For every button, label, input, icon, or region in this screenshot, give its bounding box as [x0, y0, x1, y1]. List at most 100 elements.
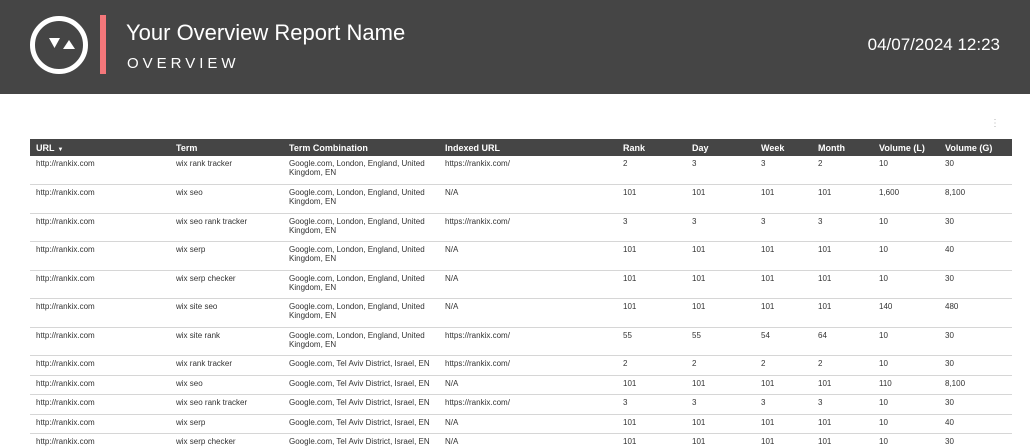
table-cell: 55 — [686, 327, 755, 356]
table-cell: http://rankix.com — [30, 327, 170, 356]
table-cell: Google.com, Tel Aviv District, Israel, E… — [283, 394, 439, 415]
table-cell: 10 — [873, 213, 939, 242]
table-cell: 2 — [617, 156, 686, 185]
table-cell: 30 — [939, 433, 1012, 448]
table-row[interactable]: http://rankix.com wix seo Google.com, Lond… — [30, 184, 1012, 214]
table-cell: 110 — [873, 375, 939, 395]
table-cell: 55 — [617, 327, 686, 356]
table-cell: 101 — [812, 375, 873, 395]
table-row[interactable]: http://rankix.com wix site seo Google.com,… — [30, 298, 1012, 328]
column-header-label: URL — [36, 142, 55, 153]
column-header[interactable]: Term Combination — [283, 139, 439, 156]
table-cell: http://rankix.com — [30, 375, 170, 395]
column-header-label: Term Combination — [289, 142, 368, 153]
table-cell: 101 — [755, 298, 812, 328]
table-cell: http://rankix.com — [30, 213, 170, 242]
table-cell: 101 — [617, 298, 686, 328]
table-cell: 40 — [939, 414, 1012, 434]
table-cell: https://rankix.com/ — [439, 213, 617, 242]
table-cell: 101 — [617, 375, 686, 395]
table-cell: 101 — [812, 433, 873, 448]
column-header[interactable]: URL ▼ — [30, 139, 170, 156]
table-cell: 40 — [939, 241, 1012, 271]
table-cell: 101 — [617, 414, 686, 434]
table-cell: wix serp checker — [170, 270, 283, 299]
table-cell: wix site rank — [170, 327, 283, 356]
table-cell: 10 — [873, 394, 939, 415]
table-cell: wix seo rank tracker — [170, 213, 283, 242]
column-header[interactable]: Volume (G) — [939, 139, 1012, 156]
table-cell: 101 — [812, 184, 873, 214]
table-body: http://rankix.com wix rank tracker Google.… — [30, 156, 1012, 448]
table-cell: 30 — [939, 270, 1012, 299]
column-header[interactable]: Week — [755, 139, 812, 156]
kebab-menu-icon[interactable]: ⋮ — [990, 119, 1000, 136]
table-cell: 30 — [939, 355, 1012, 376]
column-header[interactable]: Indexed URL — [439, 139, 617, 156]
table-cell: https://rankix.com/ — [439, 355, 617, 376]
table-cell: 101 — [617, 184, 686, 214]
table-cell: 140 — [873, 298, 939, 328]
column-header[interactable]: Term — [170, 139, 283, 156]
column-header-label: Month — [818, 142, 845, 153]
table-cell: 10 — [873, 414, 939, 434]
table-cell: http://rankix.com — [30, 270, 170, 299]
table-cell: 30 — [939, 394, 1012, 415]
table-row[interactable]: http://rankix.com wix site rank Google.com… — [30, 327, 1012, 356]
table-cell: 101 — [755, 433, 812, 448]
table-cell: wix seo — [170, 375, 283, 395]
table-cell: 3 — [755, 213, 812, 242]
table-row[interactable]: http://rankix.com wix serp Google.com, Tel… — [30, 414, 1012, 434]
table-cell: 101 — [617, 433, 686, 448]
table-row[interactable]: http://rankix.com wix seo Google.com, Tel … — [30, 375, 1012, 395]
table-cell: http://rankix.com — [30, 355, 170, 376]
table-cell: https://rankix.com/ — [439, 327, 617, 356]
column-header-label: Day — [692, 142, 709, 153]
column-header[interactable]: Month — [812, 139, 873, 156]
table-row[interactable]: http://rankix.com wix seo rank tracker Goo… — [30, 213, 1012, 242]
table-cell: wix rank tracker — [170, 156, 283, 185]
table-cell: 101 — [686, 433, 755, 448]
table-cell: 101 — [812, 298, 873, 328]
table-cell: 3 — [812, 213, 873, 242]
table-row[interactable]: http://rankix.com wix rank tracker Google.… — [30, 156, 1012, 185]
table-row[interactable]: http://rankix.com wix seo rank tracker Goo… — [30, 394, 1012, 415]
table-cell: Google.com, Tel Aviv District, Israel, E… — [283, 375, 439, 395]
table-row[interactable]: http://rankix.com wix serp checker Google.… — [30, 270, 1012, 299]
table-cell: 3 — [812, 394, 873, 415]
table-cell: 10 — [873, 270, 939, 299]
table-cell: 3 — [686, 394, 755, 415]
table-cell: http://rankix.com — [30, 156, 170, 185]
table-cell: 101 — [755, 270, 812, 299]
column-header[interactable]: Rank — [617, 139, 686, 156]
table-cell: 3 — [617, 213, 686, 242]
table-row[interactable]: http://rankix.com wix serp Google.com, Lon… — [30, 241, 1012, 271]
table-cell: 2 — [686, 355, 755, 376]
table-cell: 2 — [755, 355, 812, 376]
table-cell: 101 — [617, 241, 686, 271]
table-row[interactable]: http://rankix.com wix rank tracker Google.… — [30, 355, 1012, 376]
column-header[interactable]: Volume (L) — [873, 139, 939, 156]
column-header-label: Term — [176, 142, 198, 153]
column-header-label: Volume (G) — [945, 142, 993, 153]
table-cell: http://rankix.com — [30, 298, 170, 328]
accent-bar — [100, 15, 106, 74]
table-cell: http://rankix.com — [30, 433, 170, 448]
table-cell: 101 — [755, 241, 812, 271]
table-cell: N/A — [439, 414, 617, 434]
table-cell: 3 — [686, 213, 755, 242]
table-cell: N/A — [439, 184, 617, 214]
overview-table: URL ▼ Term Term Combination Indexed URL Rank D… — [30, 139, 1012, 448]
report-datetime: 04/07/2024 12:23 — [867, 35, 1000, 54]
table-cell: Google.com, Tel Aviv District, Israel, E… — [283, 355, 439, 376]
column-header[interactable]: Day — [686, 139, 755, 156]
sort-descending-icon[interactable]: ▼ — [58, 147, 64, 153]
table-cell: Google.com, Tel Aviv District, Israel, E… — [283, 433, 439, 448]
table-cell: 101 — [812, 414, 873, 434]
table-cell: wix seo rank tracker — [170, 394, 283, 415]
table-cell: Google.com, London, England, United King… — [283, 184, 439, 214]
table-cell: 101 — [755, 375, 812, 395]
table-cell: 30 — [939, 327, 1012, 356]
table-cell: 64 — [812, 327, 873, 356]
table-row[interactable]: http://rankix.com wix serp checker Google.… — [30, 433, 1012, 448]
